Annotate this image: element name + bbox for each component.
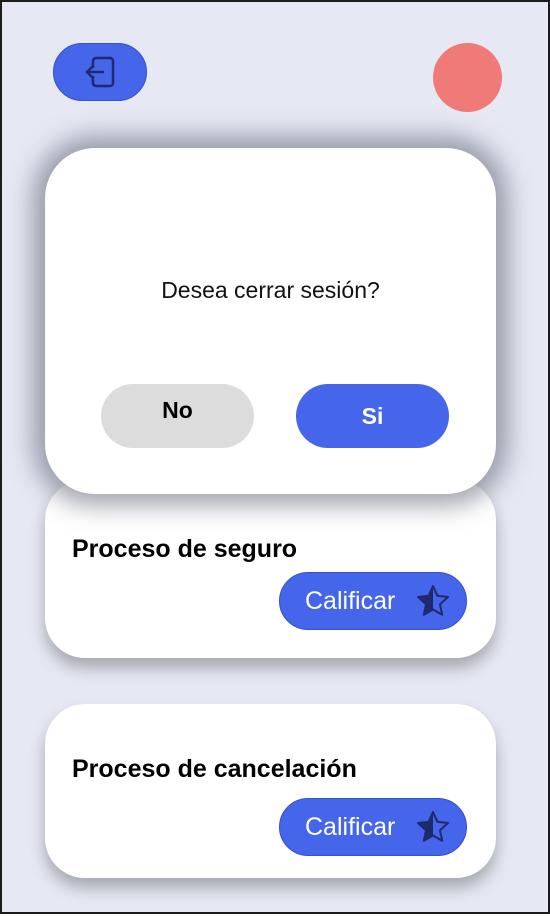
star-icon xyxy=(417,811,449,842)
app-screen: Proceso de seguro Calificar Proceso de c… xyxy=(0,0,550,914)
avatar[interactable] xyxy=(433,43,502,112)
logout-button[interactable] xyxy=(53,43,147,101)
yes-button[interactable]: Si xyxy=(296,384,449,448)
logout-icon xyxy=(85,56,115,88)
star-icon xyxy=(417,585,449,616)
process-title: Proceso de seguro xyxy=(72,535,298,563)
logout-confirm-dialog: Desea cerrar sesión? No Si xyxy=(45,148,496,494)
rate-button[interactable]: Calificar xyxy=(279,798,467,856)
rate-button[interactable]: Calificar xyxy=(279,572,467,630)
process-title: Proceso de cancelación xyxy=(72,755,357,783)
process-card-seguro: Proceso de seguro Calificar xyxy=(45,480,496,658)
yes-button-label: Si xyxy=(361,402,384,429)
dialog-message: Desea cerrar sesión? xyxy=(161,277,380,303)
no-button[interactable]: No xyxy=(101,384,254,448)
rate-button-label: Calificar xyxy=(305,586,396,615)
no-button-label: No xyxy=(162,396,193,423)
process-card-cancelacion: Proceso de cancelación Calificar xyxy=(45,704,496,878)
rate-button-label: Calificar xyxy=(305,812,396,841)
